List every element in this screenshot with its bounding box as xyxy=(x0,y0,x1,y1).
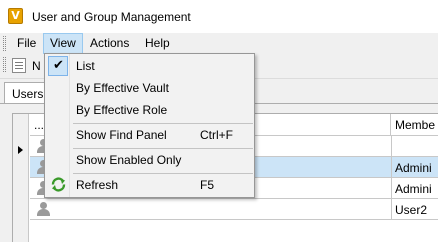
new-button-label[interactable]: N xyxy=(32,59,41,73)
tab-users[interactable]: Users xyxy=(4,82,46,104)
title-bar: V User and Group Management xyxy=(0,0,438,33)
menubar-grip[interactable] xyxy=(3,36,6,51)
menu-item-by-effective-role[interactable]: By Effective Role xyxy=(45,99,254,121)
menu-help[interactable]: Help xyxy=(139,33,176,54)
menu-item-list[interactable]: ✔ List xyxy=(45,55,254,77)
view-menu-dropdown: ✔ List By Effective Vault By Effective R… xyxy=(44,53,255,198)
cell-member: Admini xyxy=(395,161,432,175)
cell-member: User2 xyxy=(395,203,428,217)
cell-member: Admini xyxy=(395,182,432,196)
table-row[interactable]: User2 xyxy=(30,199,438,220)
menu-file[interactable]: File xyxy=(11,33,42,54)
refresh-icon xyxy=(51,177,66,192)
checkmark-icon: ✔ xyxy=(48,56,68,76)
menu-item-label: By Effective Role xyxy=(76,103,168,117)
menu-item-show-enabled-only[interactable]: Show Enabled Only xyxy=(45,149,254,171)
menu-bar: File View Actions Help xyxy=(0,33,438,54)
new-user-icon[interactable] xyxy=(12,58,26,73)
menu-item-label: Show Find Panel xyxy=(76,128,167,142)
menu-actions[interactable]: Actions xyxy=(84,33,135,54)
menu-item-label: Show Enabled Only xyxy=(76,153,182,167)
menu-view[interactable]: View xyxy=(43,33,83,54)
vault-app-icon: V xyxy=(8,8,23,24)
row-header-column xyxy=(13,114,29,242)
user-icon xyxy=(36,202,50,217)
current-row-pointer-icon xyxy=(18,146,23,154)
window-title: User and Group Management xyxy=(32,10,191,24)
menu-item-shortcut: Ctrl+F xyxy=(200,128,233,142)
menu-item-show-find-panel[interactable]: Show Find Panel Ctrl+F xyxy=(45,124,254,146)
menu-item-shortcut: F5 xyxy=(200,178,215,192)
menu-item-label: By Effective Vault xyxy=(76,81,169,95)
menu-item-label: List xyxy=(76,59,95,73)
column-header-member[interactable]: Membe xyxy=(391,114,438,136)
menu-item-refresh[interactable]: Refresh F5 xyxy=(45,174,254,196)
menu-item-label: Refresh xyxy=(76,178,119,192)
toolbar-grip[interactable] xyxy=(3,57,6,72)
menu-item-by-effective-vault[interactable]: By Effective Vault xyxy=(45,77,254,99)
